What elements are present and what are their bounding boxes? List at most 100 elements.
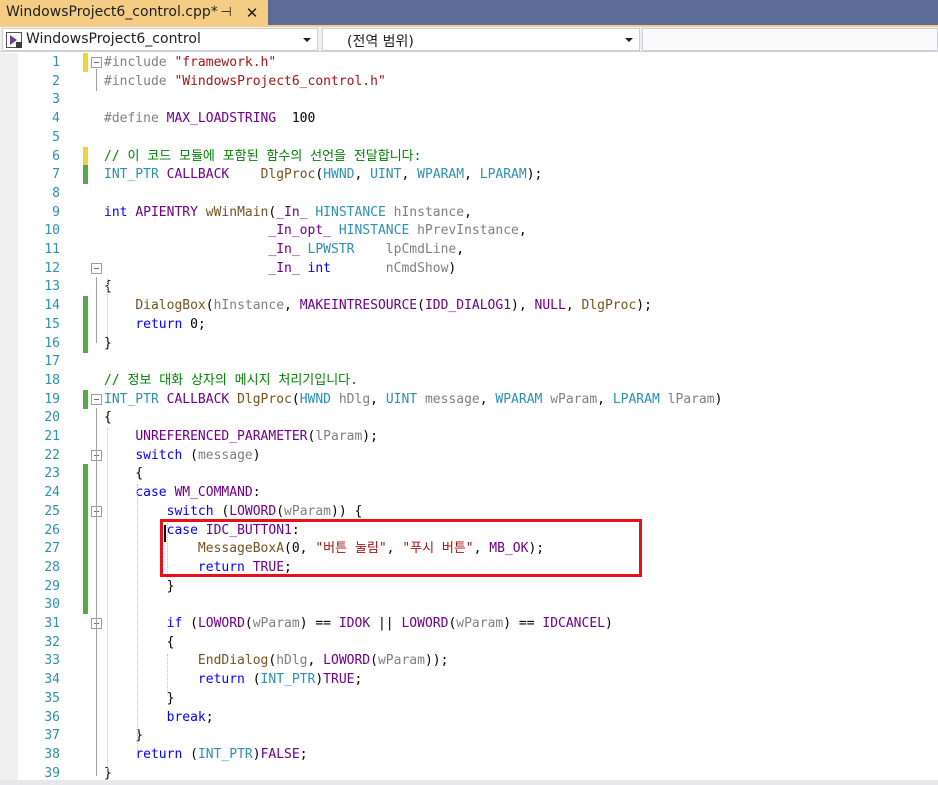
line-number: 1 [52, 55, 60, 70]
code-line[interactable]: 37 } [0, 726, 938, 745]
code-line[interactable]: 17 [0, 352, 938, 371]
code-token: LOWORD [197, 616, 245, 631]
code-token: return [135, 746, 183, 762]
code-line[interactable]: 23 { [0, 464, 938, 484]
code-line[interactable]: 21 UNREFERENCED_PARAMETER(lParam); [0, 427, 938, 446]
code-line[interactable]: 36 break; [0, 708, 938, 727]
change-marker [83, 389, 88, 409]
line-number: 16 [44, 335, 60, 351]
code-line[interactable]: 31 if (LOWORD(wParam) == IDOK || LOWORD(… [0, 614, 938, 633]
code-line[interactable]: 35 } [0, 689, 938, 708]
change-marker [83, 296, 88, 316]
horizontal-scrollbar[interactable] [0, 780, 938, 785]
code-line[interactable]: 20 { [0, 408, 938, 427]
project-dropdown[interactable]: WindowsProject6_control [2, 28, 318, 51]
outline-line [96, 69, 97, 91]
close-icon[interactable]: ✕ [244, 4, 260, 22]
code-line[interactable]: 25 switch (LOWORD(wParam)) { [0, 501, 938, 521]
code-text: _In_ int nCmdShow) [104, 259, 456, 278]
code-token: INT_PTR [104, 391, 159, 407]
member-dropdown[interactable] [642, 28, 938, 51]
code-line[interactable]: 5 [0, 128, 938, 147]
code-token: IDOK [338, 616, 371, 631]
change-marker [83, 539, 88, 559]
code-text: #include "framework.h" [104, 53, 276, 72]
pin-icon[interactable]: ⊣ [218, 4, 234, 22]
change-marker [83, 576, 88, 596]
chevron-down-icon[interactable] [625, 38, 633, 42]
code-text: DialogBox(hInstance, MAKEINTRESOURCE(IDD… [104, 296, 652, 315]
change-marker [83, 314, 88, 334]
change-marker [83, 333, 88, 353]
code-line[interactable]: 1 #include "framework.h" [0, 53, 938, 72]
code-token: LOWORD [229, 503, 277, 519]
code-line[interactable]: 19 INT_PTR CALLBACK DlgProc(HWND hDlg, UI… [0, 389, 938, 409]
code-line[interactable]: 6 // 이 코드 모듈에 포함된 함수의 선언을 전달합니다: [0, 146, 938, 166]
code-line[interactable]: 22 switch (message) [0, 446, 938, 465]
code-token: ( [417, 298, 425, 314]
code-line[interactable]: 34 return (INT_PTR)TRUE; [0, 670, 938, 689]
code-line[interactable]: 32 { [0, 633, 938, 652]
code-token: IDCANCEL [542, 616, 605, 631]
code-line[interactable]: 9 int APIENTRY wWinMain(_In_ HINSTANCE hI… [0, 203, 938, 222]
code-line[interactable]: 11 _In_ LPWSTR lpCmdLine, [0, 240, 938, 259]
code-line[interactable]: 33 EndDialog(hDlg, LOWORD(wParam)); [0, 651, 938, 670]
code-line[interactable]: 3 [0, 90, 938, 109]
code-token: int [104, 204, 128, 220]
code-token: ( [213, 503, 230, 519]
code-token: WPARAM [417, 167, 465, 183]
code-token: HINSTANCE [338, 223, 410, 239]
code-line[interactable]: 7 INT_PTR CALLBACK DlgProc(HWND, UINT, WP… [0, 165, 938, 185]
code-line[interactable]: 38 return (INT_PTR)FALSE; [0, 745, 938, 764]
code-line[interactable]: 14 DialogBox(hInstance, MAKEINTRESOURCE(… [0, 296, 938, 316]
line-number: 7 [52, 167, 60, 183]
code-line[interactable]: 18 // 정보 대화 상자의 메시지 처리기입니다. [0, 371, 938, 390]
code-text: } [104, 577, 175, 596]
code-token: , [284, 298, 300, 314]
code-editor[interactable]: 1 #include "framework.h" 2 #include "Window… [0, 53, 938, 785]
code-line[interactable]: 29 } [0, 576, 938, 596]
code-line[interactable]: 8 [0, 184, 938, 203]
collapse-icon[interactable] [91, 393, 102, 405]
line-number: 29 [44, 578, 60, 594]
scope-dropdown-value: (전역 범위) [347, 34, 414, 50]
tab-windowsproject6-control-cpp[interactable]: WindowsProject6_control.cpp* ⊣ ✕ [0, 0, 268, 25]
code-line[interactable]: 30 [0, 595, 938, 615]
code-line[interactable]: 12 _In_ int nCmdShow) [0, 259, 938, 278]
collapse-icon[interactable] [91, 57, 102, 68]
line-number: 28 [44, 559, 60, 575]
code-token: ) [448, 260, 457, 276]
line-number: 27 [44, 541, 60, 557]
collapse-icon[interactable] [91, 262, 102, 274]
tab-title[interactable]: WindowsProject6_control.cpp* [6, 4, 218, 20]
code-line[interactable]: 16} [0, 333, 938, 353]
code-line[interactable]: 2 #include "WindowsProject6_control.h" [0, 72, 938, 91]
code-token: switch [135, 447, 183, 463]
code-token: INT_PTR [260, 672, 316, 688]
code-token: LOWORD [401, 616, 449, 631]
code-token: DlgProc [260, 167, 316, 183]
code-token: , [479, 391, 496, 407]
code-line[interactable]: 4 #define MAX_LOADSTRING 100 [0, 109, 938, 128]
chevron-down-icon[interactable] [303, 38, 311, 42]
code-text: _In_ LPWSTR lpCmdLine, [104, 240, 464, 259]
code-line[interactable]: 24 case WM_COMMAND: [0, 483, 938, 503]
code-token: MAKEINTRESOURCE [299, 298, 418, 314]
code-line[interactable]: 10 _In_opt_ HINSTANCE hPrevInstance, [0, 221, 938, 240]
scope-dropdown[interactable]: (전역 범위) [322, 28, 640, 51]
code-token: { [104, 466, 144, 482]
line-number: 17 [44, 354, 60, 370]
code-token: // 정보 대화 상자의 메시지 처리기입니다. [104, 372, 358, 388]
code-line[interactable]: 13{ [0, 277, 938, 296]
code-token: // 이 코드 모듈에 포함된 함수의 선언을 전달합니다: [104, 148, 422, 164]
code-token: "WindowsProject6_control.h" [174, 73, 386, 89]
code-token: } [104, 335, 112, 351]
code-line[interactable]: 15 return 0; [0, 314, 938, 334]
